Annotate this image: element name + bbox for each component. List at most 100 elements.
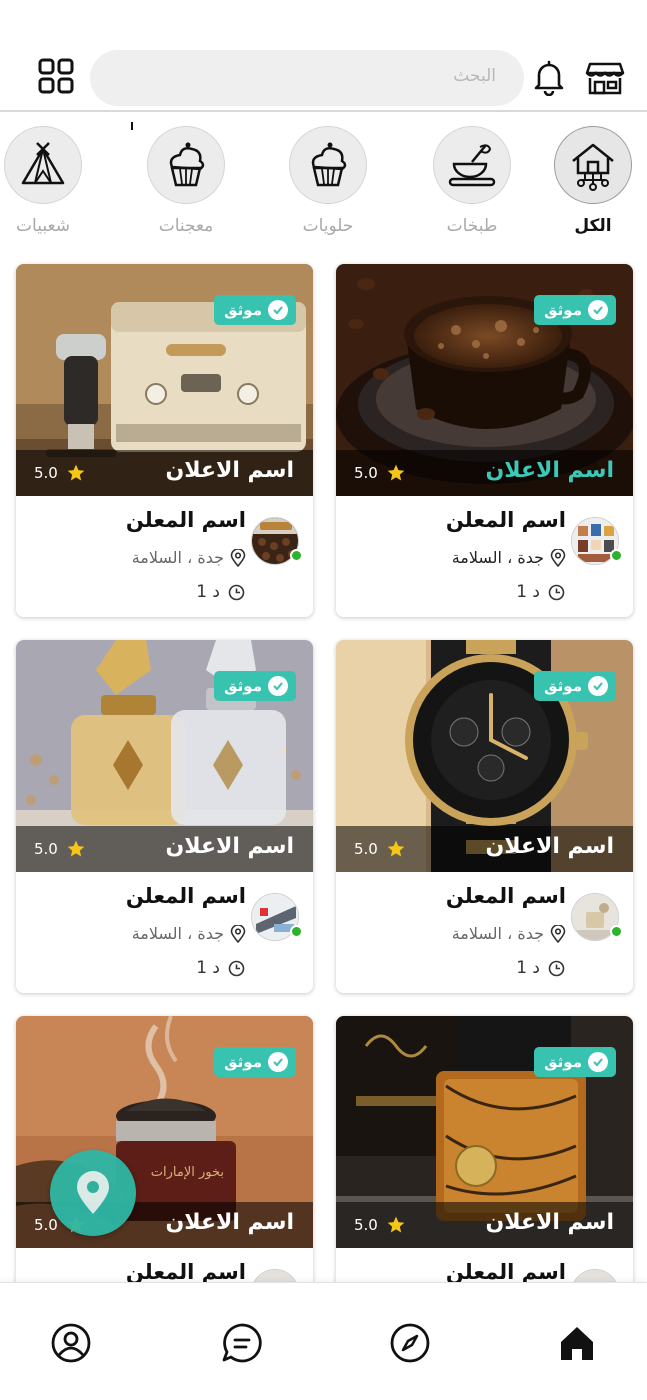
location: جدة ، السلامة [452,924,566,943]
category-label: معجنات [158,216,214,236]
bell-icon[interactable] [530,58,568,97]
rating: 5.0 [354,463,406,483]
seller-name: اسم المعلن [125,884,246,908]
nav-user-icon[interactable] [49,1321,93,1365]
location-pin-icon [550,924,566,943]
rating-value: 5.0 [34,1216,58,1234]
listing-image-perfume-box: موثق اسم الاعلان 5.0 [336,1016,633,1248]
home-network-icon [554,126,632,204]
map-location-button[interactable] [50,1150,136,1236]
nav-home-icon[interactable] [555,1321,599,1365]
listing-info: اسم المعلن جدة ، السلامة 1 د [16,872,313,993]
location-text: جدة ، السلامة [131,924,224,943]
verified-label: موثق [224,1053,262,1071]
category-folk[interactable]: شعبيات [0,126,98,236]
search-input[interactable]: البحث [90,50,524,106]
listing-title: اسم الاعلان [485,458,614,483]
listing-card[interactable]: موثق اسم الاعلان 5.0 اسم المعلن جدة ، ال… [16,264,313,617]
listing-title-bar: اسم الاعلان 5.0 [336,826,633,872]
cupcake-icon [147,126,225,204]
category-label: حلويات [302,216,354,236]
verified-badge: موثق [534,1047,616,1077]
star-icon [387,1216,405,1233]
rating: 5.0 [34,463,86,483]
location-pin-icon [230,924,246,943]
listing-title: اسم الاعلان [485,834,614,859]
star-icon [67,464,85,481]
verified-badge: موثق [214,295,296,325]
category-sweets[interactable]: حلويات [273,126,383,236]
nav-compass-icon[interactable] [388,1321,432,1365]
clock-icon [548,584,565,600]
listing-image-perfume-bottles: موثق اسم الاعلان 5.0 [16,640,313,872]
verified-badge: موثق [214,1047,296,1077]
listing-title: اسم الاعلان [485,1210,614,1235]
listing-image-espresso-machine: موثق اسم الاعلان 5.0 [16,264,313,496]
listing-title-bar: اسم الاعلان 5.0 [16,450,313,496]
verified-label: موثق [544,677,582,695]
clock-icon [548,960,565,976]
verified-badge: موثق [534,295,616,325]
posted-time: 1 د [516,582,565,602]
time-text: 1 د [516,582,540,602]
listing-card[interactable]: موثق اسم الاعلان 5.0 اسم المعلن جدة ، ال… [16,640,313,993]
star-icon [387,840,405,857]
category-cooking[interactable]: طبخات [417,126,527,236]
grid-menu-icon[interactable] [36,56,76,96]
listing-title-bar: اسم الاعلان 5.0 [336,1202,633,1248]
verified-label: موثق [544,301,582,319]
incense-label: بخور الإمارات [151,1165,224,1180]
category-label: شعبيات [16,216,70,236]
location-text: جدة ، السلامة [451,548,544,567]
listing-image-wristwatch: موثق اسم الاعلان 5.0 [336,640,633,872]
location-pin-icon [550,548,566,567]
location: جدة ، السلامة [452,548,566,567]
listing-image-coffee-cup: موثق اسم الاعلان 5.0 [336,264,633,496]
listing-title: اسم الاعلان [165,1210,294,1235]
rating-value: 5.0 [354,464,378,482]
rating-value: 5.0 [34,840,58,858]
rating-value: 5.0 [354,840,378,858]
location-text: جدة ، السلامة [451,924,544,943]
verified-label: موثق [224,301,262,319]
listing-info: اسم المعلن جدة ، السلامة 1 د [336,872,633,993]
check-icon [268,676,288,696]
location-text: جدة ، السلامة [131,548,224,567]
seller-name: اسم المعلن [445,884,566,908]
rating: 5.0 [354,839,406,859]
category-pastries[interactable]: معجنات [131,126,241,236]
time-text: 1 د [196,958,220,978]
location: جدة ، السلامة [132,548,246,567]
online-indicator [610,925,623,938]
location-pin-icon [230,548,246,567]
location-pin-icon [77,1171,109,1214]
posted-time: 1 د [196,582,245,602]
nav-chat-icon[interactable] [220,1321,264,1365]
listing-title-bar: اسم الاعلان 5.0 [16,826,313,872]
listing-card[interactable]: موثق اسم الاعلان 5.0 اسم المعلن جدة ، ال… [336,640,633,993]
verified-badge: موثق [214,671,296,701]
rating: 5.0 [354,1215,406,1235]
category-label: الكل [574,216,612,236]
category-label: طبخات [446,216,498,236]
listing-card[interactable]: موثق اسم الاعلان 5.0 اسم المعلن جدة ، ال… [336,264,633,617]
online-indicator [610,549,623,562]
top-bar: البحث [0,0,647,112]
online-indicator [290,549,303,562]
check-icon [268,300,288,320]
rating-value: 5.0 [354,1216,378,1234]
tent-icon [4,126,82,204]
rating: 5.0 [34,839,86,859]
star-icon [387,464,405,481]
seller-name: اسم المعلن [445,1260,566,1284]
listing-info: اسم المعلن جدة ، السلامة 1 د [16,496,313,617]
cupcake-icon [289,126,367,204]
check-icon [268,1052,288,1072]
verified-label: موثق [224,677,262,695]
category-bar: الكل طبخات حلويات معجنات شعبيات [0,122,647,252]
category-all[interactable]: الكل [538,126,647,236]
location: جدة ، السلامة [132,924,246,943]
star-icon [67,840,85,857]
store-icon[interactable] [584,56,626,98]
listing-info: اسم المعلن جدة ، السلامة 1 د [336,496,633,617]
